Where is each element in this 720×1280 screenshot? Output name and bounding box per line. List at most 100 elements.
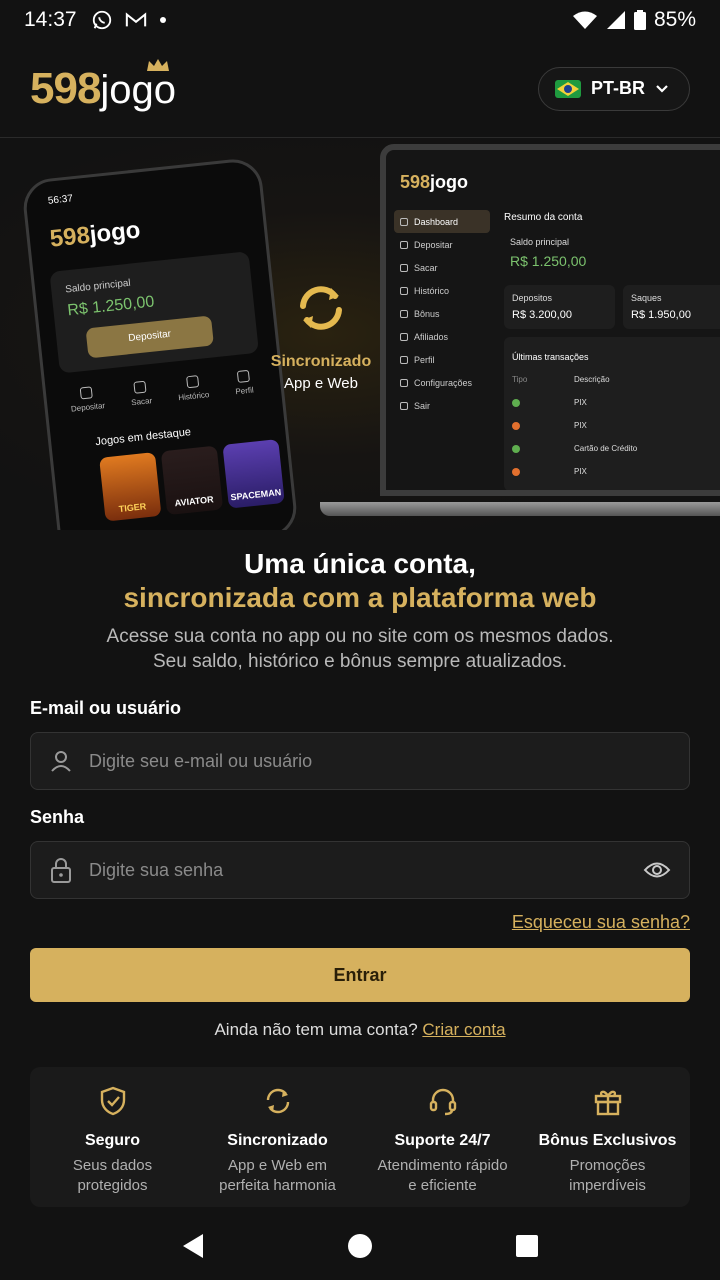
table-row: Cartão de Crédito (512, 437, 720, 460)
bonus-icon (400, 309, 408, 318)
phone-logo: 598jogo (49, 216, 142, 253)
password-field[interactable] (30, 841, 690, 899)
forgot-password-link[interactable]: Esqueceu sua senha? (512, 912, 690, 933)
laptop-logo-number: 598 (400, 172, 431, 192)
laptop-balance-label: Saldo principal (510, 237, 570, 247)
phone-games: TIGER AVIATOR SPACEMAN (99, 439, 285, 522)
settings-icon (400, 378, 408, 387)
login-button[interactable]: Entrar (30, 948, 690, 1002)
feature-desc: App e Web em perfeita harmonia (219, 1157, 336, 1194)
table-row: PIX (512, 414, 720, 437)
phone-nav-item: Sacar (129, 380, 153, 407)
gift-icon (594, 1090, 621, 1116)
phone-mockup: 56:37 598jogo Saldo principal R$ 1.250,0… (20, 156, 300, 530)
headline-title: Uma única conta, (244, 548, 476, 579)
laptop-table-header: Tipo Descrição (512, 375, 610, 384)
sync-badge: Sincronizado App e Web (268, 278, 374, 392)
notification-dot-icon (159, 17, 166, 23)
feature-title: Suporte 24/7 (394, 1132, 491, 1149)
type-dot-icon (512, 398, 520, 407)
logout-icon (400, 401, 408, 410)
game-tile-tiger: TIGER (99, 452, 162, 522)
laptop-summary-card: Resumo da conta Saldo principal R$ 1.250… (504, 210, 720, 277)
back-icon[interactable] (181, 1233, 205, 1259)
signal-icon (606, 11, 625, 29)
feature-sync: Sincronizado App e Web em perfeita harmon… (195, 1067, 360, 1207)
laptop-menu-item: Perfil (394, 348, 490, 371)
feature-desc: Atendimento rápido e eficiente (377, 1157, 508, 1194)
crown-icon (147, 58, 170, 71)
phone-balance-label: Saldo principal (64, 277, 132, 296)
headline-section: Uma única conta, sincronizada com a plat… (0, 548, 720, 674)
laptop-deposits-value: R$ 3.200,00 (512, 309, 572, 321)
laptop-withdrawals-value: R$ 1.950,00 (631, 309, 691, 321)
withdraw-icon (133, 380, 147, 394)
features-panel: Seguro Seus dados protegidos Sincronizado… (30, 1067, 690, 1207)
table-row: PIX (512, 391, 720, 414)
email-label: E-mail ou usuário (30, 698, 182, 718)
password-input[interactable] (89, 859, 643, 881)
deposit-icon (79, 386, 94, 400)
type-dot-icon (512, 421, 520, 430)
table-row: PIX (512, 460, 720, 483)
shield-check-icon (100, 1086, 125, 1116)
logo-word: jogo (100, 67, 177, 112)
language-selector[interactable]: PT-BR (538, 66, 690, 111)
sync-icon (300, 286, 342, 330)
phone-nav-item: Depositar (69, 385, 106, 414)
recents-icon[interactable] (515, 1234, 539, 1258)
laptop-stats-row: Depositos R$ 3.200,00 Saques R$ 1.950,00 (504, 285, 720, 337)
laptop-menu-item: Dashboard (394, 210, 490, 233)
signup-prompt: Ainda não tem uma conta? Criar conta (0, 1020, 720, 1040)
history-icon (400, 286, 408, 295)
laptop-balance-value: R$ 1.250,00 (510, 253, 587, 269)
hero-banner: 56:37 598jogo Saldo principal R$ 1.250,0… (0, 138, 720, 530)
headline-subtitle: Acesse sua conta no app ou no site com o… (0, 624, 720, 674)
headline-highlight: sincronizada com a plataforma web (123, 582, 597, 613)
system-nav-bar (0, 1212, 720, 1280)
sync-subtitle: App e Web (284, 375, 358, 392)
email-input[interactable] (89, 750, 671, 772)
feature-title: Sincronizado (227, 1132, 328, 1149)
lock-icon (51, 858, 71, 883)
feature-title: Bônus Exclusivos (538, 1132, 677, 1149)
brand-logo[interactable]: 598 jogo (30, 58, 177, 114)
language-code: PT-BR (591, 78, 645, 98)
laptop-mockup: 598jogo Dashboard Depositar Sacar Histór… (320, 144, 720, 516)
user-icon (51, 751, 71, 772)
phone-logo-word: jogo (88, 216, 142, 249)
phone-nav: Depositar Sacar Histórico Perfil (56, 368, 267, 415)
laptop-main: Resumo da conta Saldo principal R$ 1.250… (504, 210, 720, 490)
game-tile-aviator: AVIATOR (160, 445, 224, 516)
signup-text: Ainda não tem uma conta? (214, 1020, 418, 1039)
profile-icon (236, 369, 250, 384)
laptop-menu-item: Sacar (394, 256, 490, 279)
home-icon[interactable] (347, 1233, 373, 1259)
phone-deposit-button: Depositar (85, 315, 214, 359)
phone-balance-value: R$ 1.250,00 (66, 293, 156, 320)
status-bar: 14:37 85% (0, 0, 720, 40)
gmail-icon (125, 12, 146, 27)
battery-icon (633, 10, 646, 30)
feature-desc: Promoções imperdíveis (569, 1157, 646, 1194)
deposit-icon (400, 240, 408, 249)
status-time: 14:37 (24, 8, 77, 31)
laptop-menu-item: Depositar (394, 233, 490, 256)
sync-icon (266, 1088, 289, 1114)
eye-icon[interactable] (643, 860, 671, 880)
laptop-summary-title: Resumo da conta (504, 212, 583, 223)
feature-bonus: Bônus Exclusivos Promoções imperdíveis (525, 1067, 690, 1207)
laptop-screen: 598jogo Dashboard Depositar Sacar Histór… (380, 144, 720, 496)
signup-link[interactable]: Criar conta (422, 1020, 505, 1039)
laptop-menu-item: Sair (394, 394, 490, 417)
feature-title: Seguro (84, 1132, 141, 1149)
phone-nav-item: Perfil (233, 369, 254, 396)
laptop-menu-item: Afiliados (394, 325, 490, 348)
app-header: 598 jogo PT-BR (0, 40, 720, 138)
subtitle-line-1: Acesse sua conta no app ou no site com o… (106, 626, 614, 647)
wifi-icon (572, 11, 597, 29)
feature-desc: Seus dados protegidos (72, 1157, 153, 1194)
email-field[interactable] (30, 732, 690, 790)
logo-number: 598 (30, 63, 101, 113)
battery-percent: 85% (653, 8, 696, 31)
